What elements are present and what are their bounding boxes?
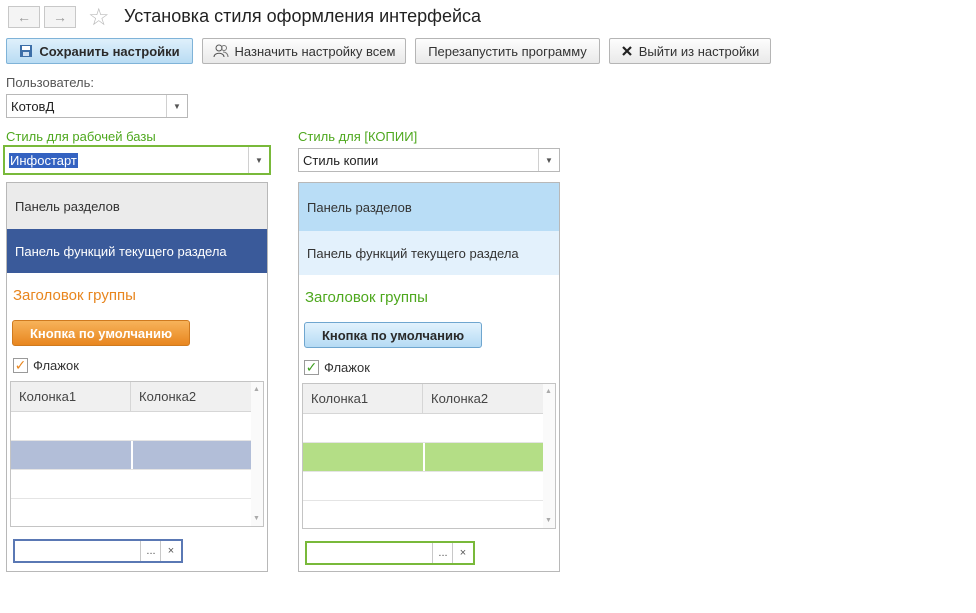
table-scrollbar[interactable]: ▲ ▼ [543, 384, 555, 528]
exit-settings-button[interactable]: Выйти из настройки [609, 38, 771, 64]
save-settings-label: Сохранить настройки [39, 43, 180, 59]
default-button-preview[interactable]: Кнопка по умолчанию [304, 322, 482, 348]
arrow-right-icon: → [53, 9, 67, 25]
table-preview[interactable]: Колонка1 Колонка2 ▲ ▼ [302, 383, 556, 529]
page-title: Установка стиля оформления интерфейса [124, 6, 482, 26]
close-icon [621, 46, 632, 56]
assign-to-all-button[interactable]: Назначить настройку всем [202, 38, 406, 64]
chevron-down-icon[interactable]: ▼ [538, 149, 559, 171]
table-row[interactable] [11, 470, 251, 499]
favorite-star-icon[interactable]: ☆ [88, 3, 110, 32]
clear-icon[interactable]: × [160, 541, 181, 561]
column-header-1[interactable]: Колонка1 [11, 382, 131, 412]
checkbox-label: Флажок [324, 360, 370, 375]
check-icon: ✓ [304, 359, 319, 375]
user-label: Пользователь: [6, 75, 94, 90]
check-icon: ✓ [13, 357, 28, 373]
work-style-label: Стиль для рабочей базы [6, 129, 156, 144]
table-row-selected[interactable] [303, 443, 543, 472]
sections-panel-preview: Панель разделов [7, 183, 267, 229]
work-style-preview: Панель разделов Панель функций текущего … [6, 182, 268, 572]
floppy-icon [20, 45, 33, 57]
group-header-preview: Заголовок группы [13, 287, 136, 304]
work-style-combobox[interactable]: Инфостарт ▼ [3, 145, 271, 175]
user-value: КотовД [11, 99, 55, 114]
table-row[interactable] [11, 412, 251, 441]
save-settings-button[interactable]: Сохранить настройки [6, 38, 193, 64]
copy-style-label: Стиль для [КОПИИ] [298, 129, 418, 144]
checkbox-preview[interactable]: ✓ Флажок [13, 358, 79, 373]
restart-program-label: Перезапустить программу [428, 43, 587, 59]
work-style-value: Инфостарт [9, 153, 78, 168]
back-button[interactable]: ← [8, 6, 40, 28]
checkbox-label: Флажок [33, 358, 79, 373]
chevron-down-icon[interactable]: ▼ [166, 95, 187, 117]
input-field-preview[interactable]: ... × [13, 539, 183, 563]
copy-style-combobox[interactable]: Стиль копии ▼ [298, 148, 560, 172]
default-button-preview[interactable]: Кнопка по умолчанию [12, 320, 190, 346]
clear-icon[interactable]: × [452, 543, 473, 563]
user-combobox[interactable]: КотовД ▼ [6, 94, 188, 118]
users-icon [213, 44, 229, 58]
table-row[interactable] [303, 472, 543, 501]
assign-to-all-label: Назначить настройку всем [234, 43, 396, 59]
table-row-selected[interactable] [11, 441, 251, 470]
checkbox-preview[interactable]: ✓ Флажок [304, 360, 370, 375]
functions-panel-preview: Панель функций текущего раздела [299, 231, 559, 275]
exit-settings-label: Выйти из настройки [638, 43, 760, 59]
table-row[interactable] [303, 414, 543, 443]
sections-panel-preview: Панель разделов [299, 183, 559, 231]
group-header-preview: Заголовок группы [305, 289, 428, 306]
table-scrollbar[interactable]: ▲ ▼ [251, 382, 263, 526]
copy-style-preview: Панель разделов Панель функций текущего … [298, 182, 560, 572]
restart-program-button[interactable]: Перезапустить программу [415, 38, 600, 64]
column-header-1[interactable]: Колонка1 [303, 384, 423, 414]
table-preview[interactable]: Колонка1 Колонка2 ▲ ▼ [10, 381, 264, 527]
functions-panel-preview: Панель функций текущего раздела [7, 229, 267, 273]
arrow-left-icon: ← [17, 9, 31, 25]
forward-button[interactable]: → [44, 6, 76, 28]
select-button[interactable]: ... [140, 541, 161, 561]
copy-style-value: Стиль копии [303, 153, 379, 168]
column-header-2[interactable]: Колонка2 [131, 382, 251, 412]
chevron-down-icon[interactable]: ▼ [248, 147, 269, 173]
column-header-2[interactable]: Колонка2 [423, 384, 543, 414]
select-button[interactable]: ... [432, 543, 453, 563]
input-field-preview[interactable]: ... × [305, 541, 475, 565]
